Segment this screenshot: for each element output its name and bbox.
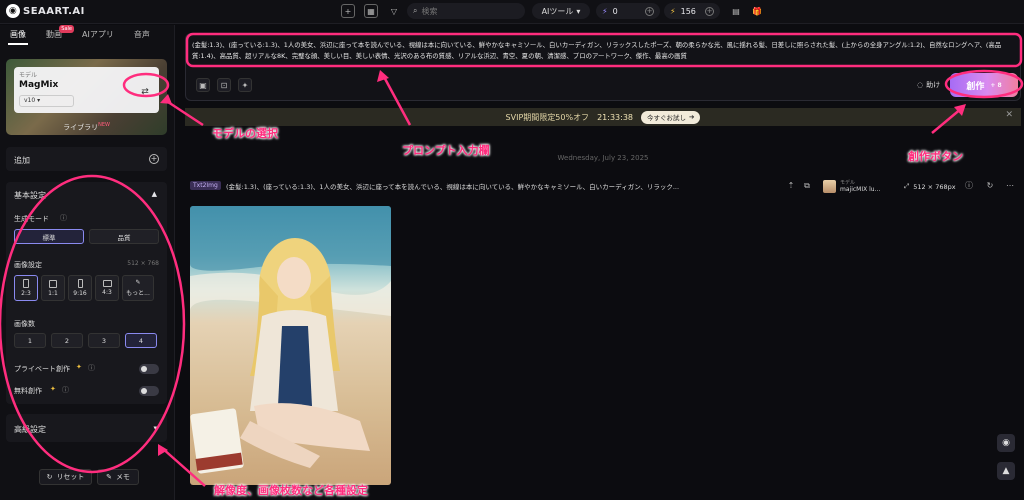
settings-arrowhead (158, 444, 168, 456)
model-select-circle (122, 72, 170, 98)
model-select-arrowhead (160, 94, 172, 104)
annotation-prompt-field: プロンプト入力欄 (402, 144, 490, 157)
settings-ellipse (0, 174, 186, 474)
annotation-settings: 解像度、画像枚数など各種設定 (214, 484, 368, 497)
annotation-overlay (0, 32, 1024, 487)
settings-arrow-line (161, 447, 206, 487)
annotation-model-select: モデルの選択 (212, 127, 278, 140)
prompt-arrow-line (381, 74, 412, 126)
create-arrow-line (931, 107, 963, 134)
create-button-circle (944, 69, 1024, 99)
annotation-create-button: 創作ボタン (908, 150, 963, 163)
prompt-field-box (185, 32, 1023, 68)
